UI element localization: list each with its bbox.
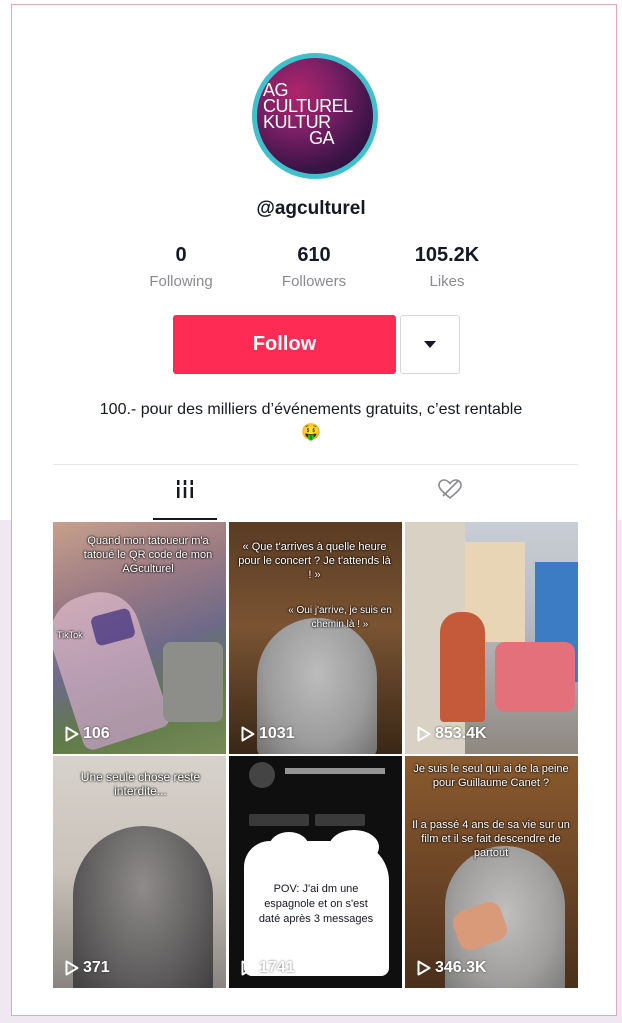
caret-down-icon xyxy=(424,340,436,348)
username: @agculturel xyxy=(256,198,366,219)
play-icon xyxy=(417,960,431,976)
video-tile[interactable]: Je suis le seul qui ai de la peine pour … xyxy=(405,756,578,988)
tab-liked[interactable] xyxy=(430,478,470,508)
tile-image-white-blob-2 xyxy=(269,832,309,862)
video-views: 853.4K xyxy=(417,725,487,743)
video-tile[interactable]: Quand mon tatoueur m'a tatoué le QR code… xyxy=(53,522,226,754)
more-options-button[interactable] xyxy=(400,315,460,374)
avatar-logo-text: AG CULTUREL KULTUR GA xyxy=(263,80,353,148)
video-views-count: 346.3K xyxy=(435,959,487,976)
video-tile[interactable]: Une seule chose reste interdite... 371 xyxy=(53,756,226,988)
play-icon xyxy=(241,726,255,742)
stat-followers-value: 610 xyxy=(297,244,331,266)
video-caption-secondary: « Oui j'arrive, je suis en chemin là ! » xyxy=(288,605,392,630)
video-grid: Quand mon tatoueur m'a tatoué le QR code… xyxy=(53,522,578,988)
play-icon xyxy=(417,726,431,742)
video-caption-secondary: Il a passé 4 ans de sa vie sur un film e… xyxy=(412,819,570,859)
profile-avatar[interactable]: AG CULTUREL KULTUR GA xyxy=(252,53,378,179)
video-views-count: 853.4K xyxy=(435,725,487,742)
tiktok-watermark: TikTok xyxy=(57,630,83,640)
video-caption: POV: J'ai dm une espagnole et on s'est d… xyxy=(258,883,374,925)
video-views-count: 1741 xyxy=(259,959,295,976)
video-caption: Quand mon tatoueur m'a tatoué le QR code… xyxy=(83,535,213,575)
video-views: 1031 xyxy=(241,725,295,743)
video-caption: « Que t'arrives à quelle heure pour le c… xyxy=(238,541,391,581)
tile-image-pink-float xyxy=(495,642,575,712)
stat-following[interactable]: 0 Following xyxy=(121,244,241,290)
heart-slash-icon xyxy=(438,479,462,500)
video-views: 1741 xyxy=(241,959,295,977)
video-views-count: 1031 xyxy=(259,725,295,742)
tab-videos[interactable] xyxy=(153,478,217,518)
tile-image-figure xyxy=(440,612,485,722)
tile-image-btn-2 xyxy=(315,814,365,826)
stat-likes: 105.2K Likes xyxy=(387,244,507,290)
tile-image-profile-pic xyxy=(249,762,275,788)
play-icon xyxy=(241,960,255,976)
profile-bio: 100.- pour des milliers d’événements gra… xyxy=(99,401,523,441)
stat-following-label: Following xyxy=(149,273,213,290)
video-views-count: 371 xyxy=(83,959,110,976)
video-views-count: 106 xyxy=(83,725,110,742)
video-views: 371 xyxy=(65,959,110,977)
play-icon xyxy=(65,960,79,976)
video-tile[interactable]: « Que t'arrives à quelle heure pour le c… xyxy=(229,522,402,754)
tab-videos-underline xyxy=(153,518,217,520)
tile-image-btn-1 xyxy=(249,814,309,826)
stat-likes-value: 105.2K xyxy=(414,244,480,266)
video-caption: Une seule chose reste interdite... xyxy=(80,770,201,798)
stat-followers-label: Followers xyxy=(281,273,347,290)
stat-following-value: 0 xyxy=(175,244,187,266)
video-views: 346.3K xyxy=(417,959,487,977)
video-caption: Je suis le seul qui ai de la peine pour … xyxy=(413,763,569,789)
video-views: 106 xyxy=(65,725,110,743)
play-icon xyxy=(65,726,79,742)
stat-followers[interactable]: 610 Followers xyxy=(254,244,374,290)
follow-button[interactable]: Follow xyxy=(173,315,396,374)
video-tile[interactable]: 853.4K xyxy=(405,522,578,754)
video-tile[interactable]: POV: J'ai dm une espagnole et on s'est d… xyxy=(229,756,402,988)
tile-image-white-blob-3 xyxy=(329,830,379,864)
grid-lines-icon xyxy=(175,480,195,498)
tile-image-stats-bar xyxy=(285,768,385,774)
tabs-divider xyxy=(53,464,578,465)
tile-image-rock xyxy=(163,642,223,722)
stat-likes-label: Likes xyxy=(429,273,465,290)
